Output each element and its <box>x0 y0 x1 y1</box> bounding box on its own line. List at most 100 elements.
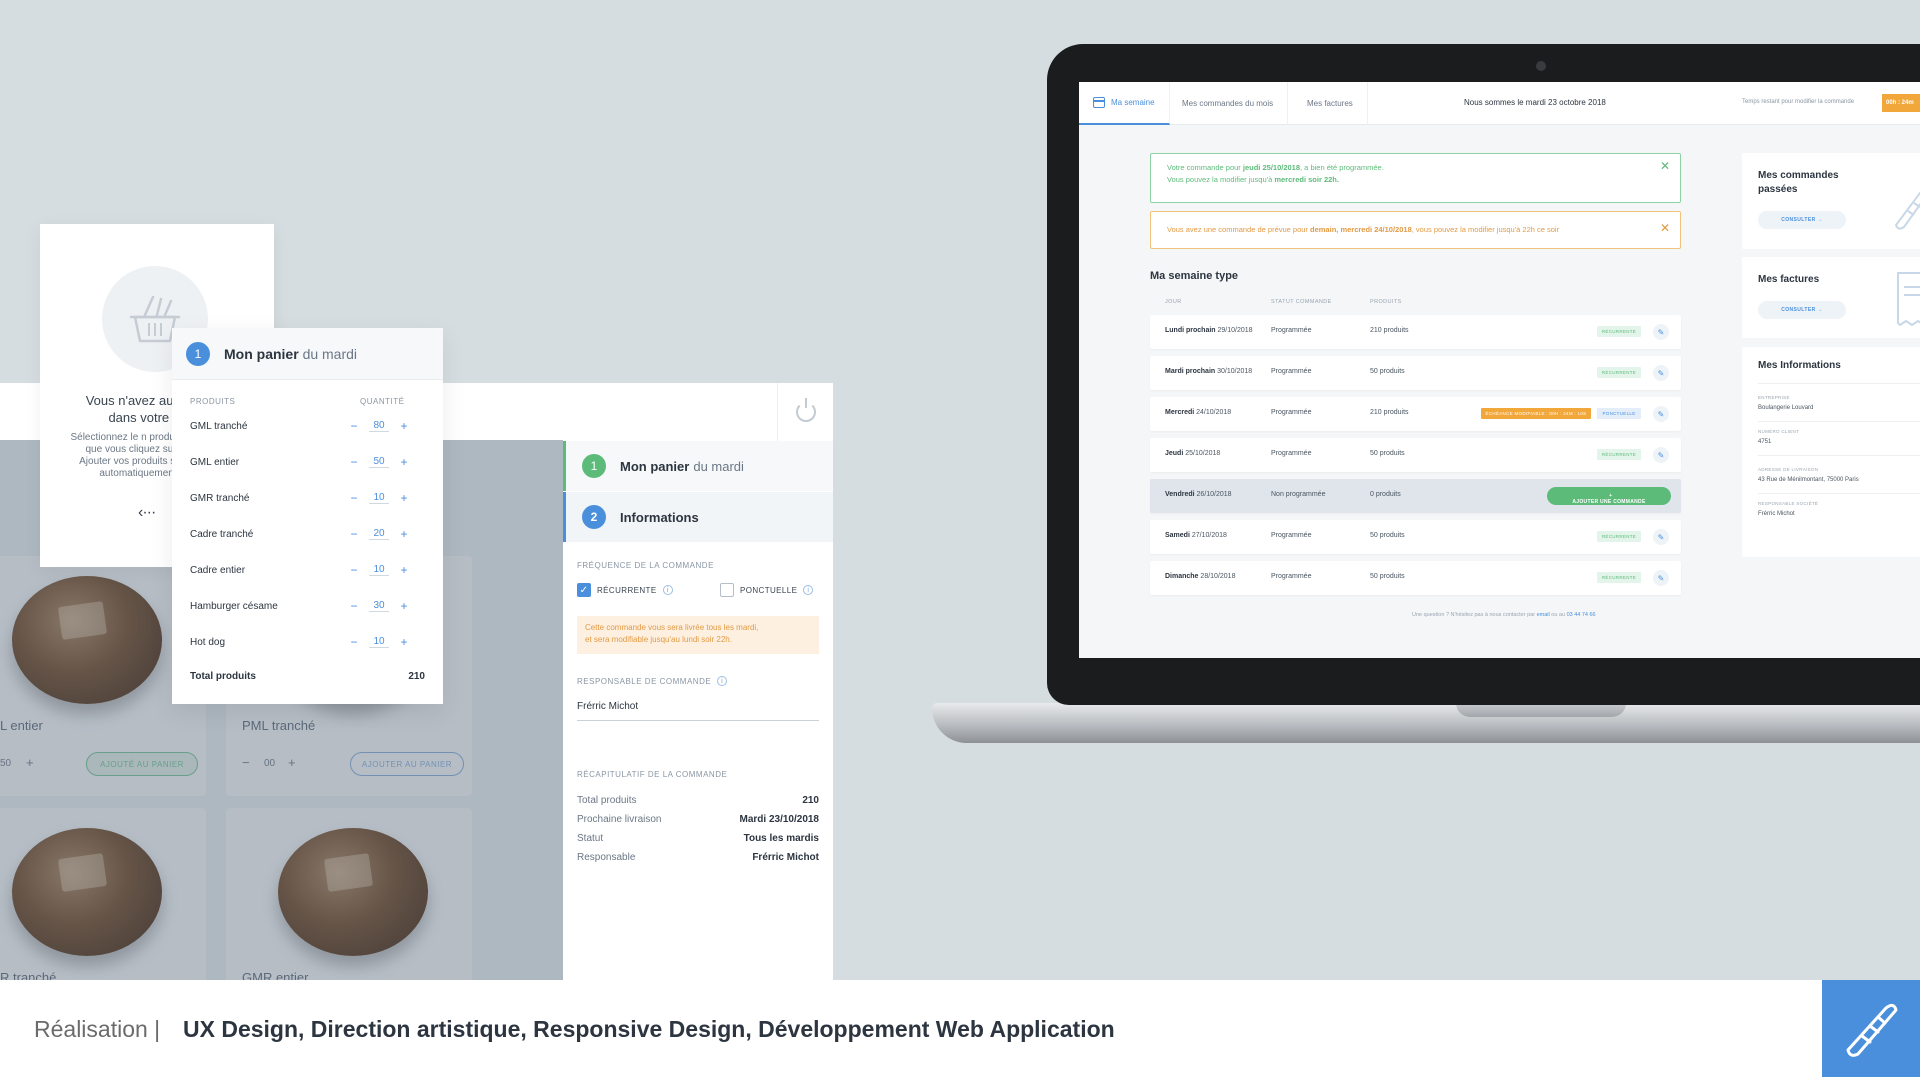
day-date: 30/10/2018 <box>1217 368 1253 375</box>
edit-icon[interactable]: ✎ <box>1653 529 1669 545</box>
alert-line: Votre commande pour jeudi 25/10/2018, a … <box>1167 162 1664 174</box>
recap-value: Mardi 23/10/2018 <box>739 814 820 825</box>
step-informations[interactable]: 2 Informations <box>563 492 833 542</box>
week-row[interactable]: Mercredi 24/10/2018 Programmée 210 produ… <box>1150 397 1681 431</box>
row-products: 210 produits <box>1370 327 1409 334</box>
week-row[interactable]: Jeudi 25/10/2018 Programmée 50 produits … <box>1150 438 1681 472</box>
day-name: Lundi prochain <box>1165 327 1216 334</box>
row-status: Programmée <box>1271 368 1312 375</box>
quantity-stepper: − 30 + <box>347 599 415 613</box>
row-day: Lundi prochain 29/10/2018 <box>1165 327 1253 334</box>
minus-icon[interactable]: − <box>347 599 361 613</box>
recurring-checkbox[interactable]: ✓ RÉCURRENTE i <box>577 583 673 597</box>
quantity-input[interactable]: 10 <box>369 564 389 576</box>
step-basket[interactable]: 1 Mon panier du mardi <box>563 441 833 491</box>
day-name: Mercredi <box>1165 409 1195 416</box>
quantity-input[interactable]: 20 <box>369 528 389 540</box>
row-day: Jeudi 25/10/2018 <box>1165 450 1220 457</box>
punctual-checkbox[interactable]: PONCTUELLE i <box>720 583 814 597</box>
basket-item: GMR tranché − 10 + <box>190 490 425 506</box>
plus-icon[interactable]: + <box>397 527 411 541</box>
edit-icon[interactable]: ✎ <box>1653 447 1669 463</box>
total-label: Total produits <box>190 671 256 682</box>
minus-icon[interactable]: − <box>347 419 361 433</box>
quantity-input[interactable]: 50 <box>369 456 389 468</box>
divider <box>1758 455 1920 456</box>
add-order-label: AJOUTER UNE COMMANDE <box>1572 499 1646 505</box>
week-row[interactable]: Lundi prochain 29/10/2018 Programmée 210… <box>1150 315 1681 349</box>
row-day: Mardi prochain 30/10/2018 <box>1165 368 1252 375</box>
plus-icon[interactable]: + <box>397 491 411 505</box>
edit-icon[interactable]: ✎ <box>1653 406 1669 422</box>
divider <box>1758 421 1920 422</box>
power-button[interactable] <box>777 383 833 441</box>
responsible-field[interactable]: Frérric Michot <box>577 701 819 721</box>
info-icon[interactable]: i <box>662 585 673 595</box>
row-products: 50 produits <box>1370 368 1405 375</box>
recap-value: 210 <box>802 795 819 806</box>
tab-ma-semaine[interactable]: Ma semaine <box>1079 82 1170 125</box>
tab-commandes-mois[interactable]: Mes commandes du mois <box>1168 82 1289 125</box>
quantity-stepper: − 80 + <box>347 419 415 433</box>
close-icon[interactable]: ✕ <box>1660 160 1670 172</box>
basket-item: Hamburger césame − 30 + <box>190 598 425 614</box>
alert-text: Votre commande pour <box>1167 163 1243 172</box>
week-row[interactable]: Mardi prochain 30/10/2018 Programmée 50 … <box>1150 356 1681 390</box>
row-products: 50 produits <box>1370 532 1405 539</box>
quantity-input[interactable]: 10 <box>369 492 389 504</box>
week-row[interactable]: Samedi 27/10/2018 Programmée 50 produits… <box>1150 520 1681 554</box>
row-products: 50 produits <box>1370 450 1405 457</box>
quantity-input[interactable]: 80 <box>369 420 389 432</box>
recurring-badge: RÉCURRENTE <box>1597 449 1641 460</box>
plus-icon[interactable]: + <box>397 635 411 649</box>
alert-date: demain, mercredi 24/10/2018 <box>1310 225 1412 234</box>
plus-icon[interactable]: + <box>397 563 411 577</box>
add-order-button[interactable]: AJOUTER UNE COMMANDE + <box>1547 487 1671 505</box>
close-icon[interactable]: ✕ <box>1660 222 1670 234</box>
tab-factures[interactable]: Mes factures <box>1293 82 1368 125</box>
week-row[interactable]: Vendredi 26/10/2018 Non programmée 0 pro… <box>1150 479 1681 513</box>
recap-row: Prochaine livraison Mardi 23/10/2018 <box>577 814 819 825</box>
day-name: Dimanche <box>1165 573 1199 580</box>
day-date: 25/10/2018 <box>1185 450 1221 457</box>
minus-icon[interactable]: − <box>347 563 361 577</box>
info-icon[interactable]: i <box>803 585 814 595</box>
warning-line: Cette commande vous sera livrée tous les… <box>585 623 759 632</box>
minus-icon[interactable]: − <box>347 527 361 541</box>
responsible-label: RESPONSABLE DE COMMANDE i <box>577 676 728 686</box>
quantity-stepper: − 10 + <box>347 635 415 649</box>
plus-icon[interactable]: + <box>397 455 411 469</box>
contact-text: Une question ? N'hésitez pas à nous cont… <box>1412 612 1596 618</box>
day-name: Mardi prochain <box>1165 368 1216 375</box>
edit-icon[interactable]: ✎ <box>1653 324 1669 340</box>
email-link[interactable]: email <box>1537 612 1550 618</box>
time-remaining-label: Temps restant pour modifier la commande <box>1742 99 1855 105</box>
week-row[interactable]: Dimanche 28/10/2018 Programmée 50 produi… <box>1150 561 1681 595</box>
edit-icon[interactable]: ✎ <box>1653 570 1669 586</box>
quantity-input[interactable]: 10 <box>369 636 389 648</box>
quantity-stepper: − 20 + <box>347 527 415 541</box>
plus-icon[interactable]: + <box>397 419 411 433</box>
plus-icon[interactable]: + <box>397 599 411 613</box>
client-number-value: 4751 <box>1758 439 1772 445</box>
minus-icon[interactable]: − <box>347 635 361 649</box>
recap-label-text: Prochaine livraison <box>577 814 662 825</box>
consult-orders-button[interactable]: CONSULTER → <box>1758 211 1846 229</box>
minus-icon[interactable]: − <box>347 455 361 469</box>
alert-date: jeudi 25/10/2018 <box>1242 163 1301 172</box>
recap-label: RÉCAPITULATIF DE LA COMMANDE <box>577 770 728 779</box>
day-name: Vendredi <box>1165 491 1195 498</box>
minus-icon[interactable]: − <box>347 491 361 505</box>
recap-label-text: Responsable <box>577 852 636 863</box>
manager-label: RESPONSABLE SOCIÉTÉ <box>1758 501 1819 506</box>
recap-value: Tous les mardis <box>743 833 819 844</box>
edit-icon[interactable]: ✎ <box>1653 365 1669 381</box>
baguette-icon <box>1846 1003 1898 1057</box>
quantity-input[interactable]: 30 <box>369 600 389 612</box>
step-number: 1 <box>186 341 210 366</box>
consult-invoices-button[interactable]: CONSULTER → <box>1758 301 1846 319</box>
info-icon[interactable]: i <box>717 676 728 686</box>
phone-link[interactable]: 03 44 74 66 <box>1567 612 1596 618</box>
basket-item: Cadre tranché − 20 + <box>190 526 425 542</box>
day-date: 24/10/2018 <box>1196 409 1232 416</box>
